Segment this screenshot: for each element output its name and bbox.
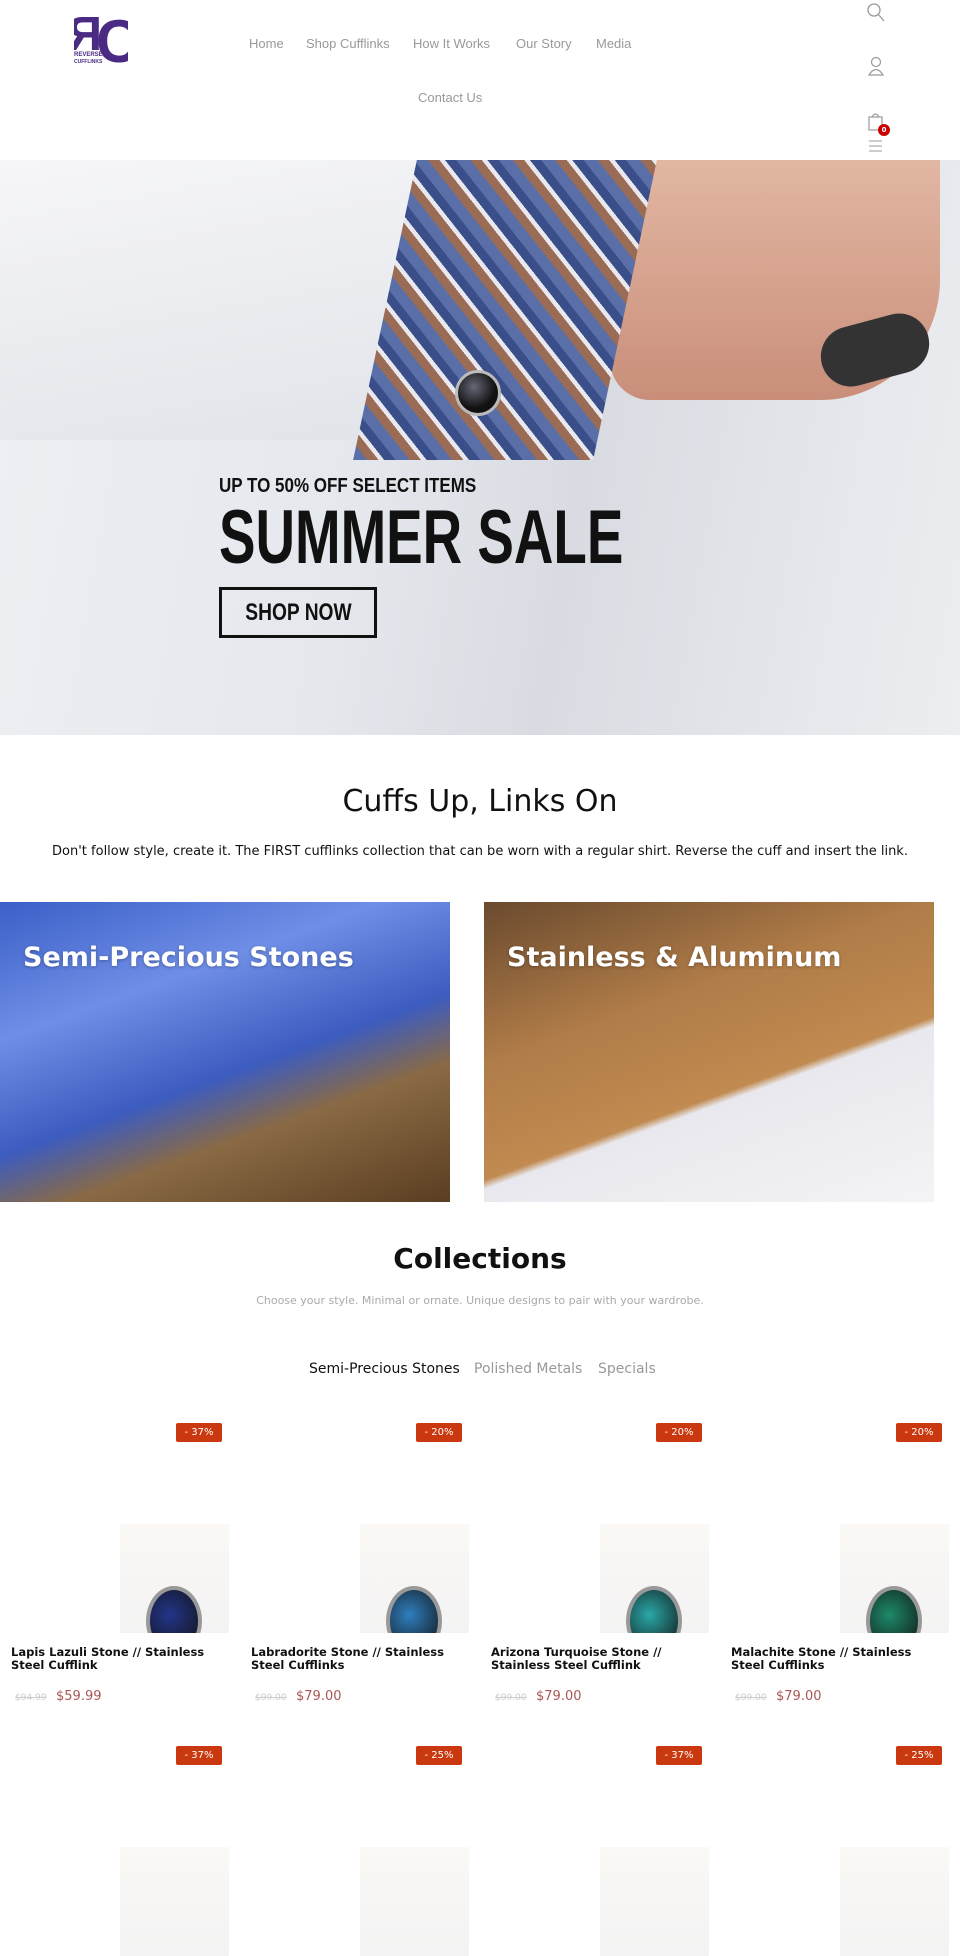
cart-count-badge: 0 xyxy=(878,124,890,136)
category-stainless-aluminum[interactable]: Stainless & Aluminum xyxy=(484,902,934,1202)
product-old-price: $94.99 xyxy=(15,1693,47,1703)
product-image[interactable] xyxy=(600,1524,709,1633)
product-title[interactable]: Labradorite Stone // Stainless Steel Cuf… xyxy=(251,1646,461,1672)
user-icon[interactable] xyxy=(866,56,886,76)
category-label: Semi-Precious Stones xyxy=(23,942,354,973)
collections-subtitle: Choose your style. Minimal or ornate. Un… xyxy=(256,1294,704,1307)
product-image[interactable] xyxy=(360,1524,469,1633)
product-old-price: $99.00 xyxy=(735,1693,767,1703)
discount-badge: - 37% xyxy=(176,1746,222,1765)
product-price: $79.00 xyxy=(536,1689,582,1704)
svg-text:REVERSE: REVERSE xyxy=(74,52,103,58)
product-image[interactable] xyxy=(840,1847,949,1956)
intro-title: Cuffs Up, Links On xyxy=(342,784,618,819)
discount-badge: - 25% xyxy=(416,1746,462,1765)
discount-badge: - 20% xyxy=(896,1423,942,1442)
collections-title: Collections xyxy=(393,1242,567,1275)
shop-now-label: SHOP NOW xyxy=(244,599,352,626)
category-label: Stainless & Aluminum xyxy=(507,942,842,973)
discount-badge: - 20% xyxy=(416,1423,462,1442)
product-image[interactable] xyxy=(120,1847,229,1956)
nav-our-story[interactable]: Our Story xyxy=(516,36,572,51)
nav-home[interactable]: Home xyxy=(249,36,284,51)
nav-shop-cufflinks[interactable]: Shop Cufflinks xyxy=(306,36,390,51)
product-old-price: $99.00 xyxy=(255,1693,287,1703)
discount-badge: - 37% xyxy=(176,1423,222,1442)
tab-polished-metals[interactable]: Polished Metals xyxy=(474,1361,582,1377)
hero-title: SUMMER SALE xyxy=(219,495,624,580)
svg-text:CUFFLINKS: CUFFLINKS xyxy=(74,59,103,65)
product-title[interactable]: Lapis Lazuli Stone // Stainless Steel Cu… xyxy=(11,1646,221,1672)
product-title[interactable]: Arizona Turquoise Stone // Stainless Ste… xyxy=(491,1646,701,1672)
menu-icon[interactable] xyxy=(866,138,886,158)
discount-badge: - 25% xyxy=(896,1746,942,1765)
discount-badge: - 37% xyxy=(656,1746,702,1765)
product-stone xyxy=(626,1586,682,1633)
product-stone xyxy=(386,1586,442,1633)
product-image[interactable] xyxy=(120,1524,229,1633)
product-image[interactable] xyxy=(840,1524,949,1633)
product-price: $79.00 xyxy=(296,1689,342,1704)
product-price: $59.99 xyxy=(56,1689,102,1704)
product-price: $79.00 xyxy=(776,1689,822,1704)
discount-badge: - 20% xyxy=(656,1423,702,1442)
product-stone xyxy=(146,1586,202,1633)
product-image[interactable] xyxy=(600,1847,709,1956)
category-semi-precious-stones[interactable]: Semi-Precious Stones xyxy=(0,902,450,1202)
product-old-price: $99.00 xyxy=(495,1693,527,1703)
intro-description: Don't follow style, create it. The FIRST… xyxy=(52,844,908,859)
logo[interactable]: RCREVERSECUFFLINKS xyxy=(67,6,139,75)
tab-specials[interactable]: Specials xyxy=(598,1361,656,1377)
nav-contact-us[interactable]: Contact Us xyxy=(418,90,482,105)
product-title[interactable]: Malachite Stone // Stainless Steel Cuffl… xyxy=(731,1646,941,1672)
search-icon[interactable] xyxy=(866,2,886,22)
nav-how-it-works[interactable]: How It Works xyxy=(413,36,490,51)
shop-now-button[interactable]: SHOP NOW xyxy=(219,587,377,638)
product-stone xyxy=(866,1586,922,1633)
hero-image-cufflink xyxy=(455,370,501,416)
nav-media[interactable]: Media xyxy=(596,36,631,51)
hero-banner xyxy=(0,160,960,735)
tab-semi-precious-stones[interactable]: Semi-Precious Stones xyxy=(309,1361,460,1377)
product-image[interactable] xyxy=(360,1847,469,1956)
